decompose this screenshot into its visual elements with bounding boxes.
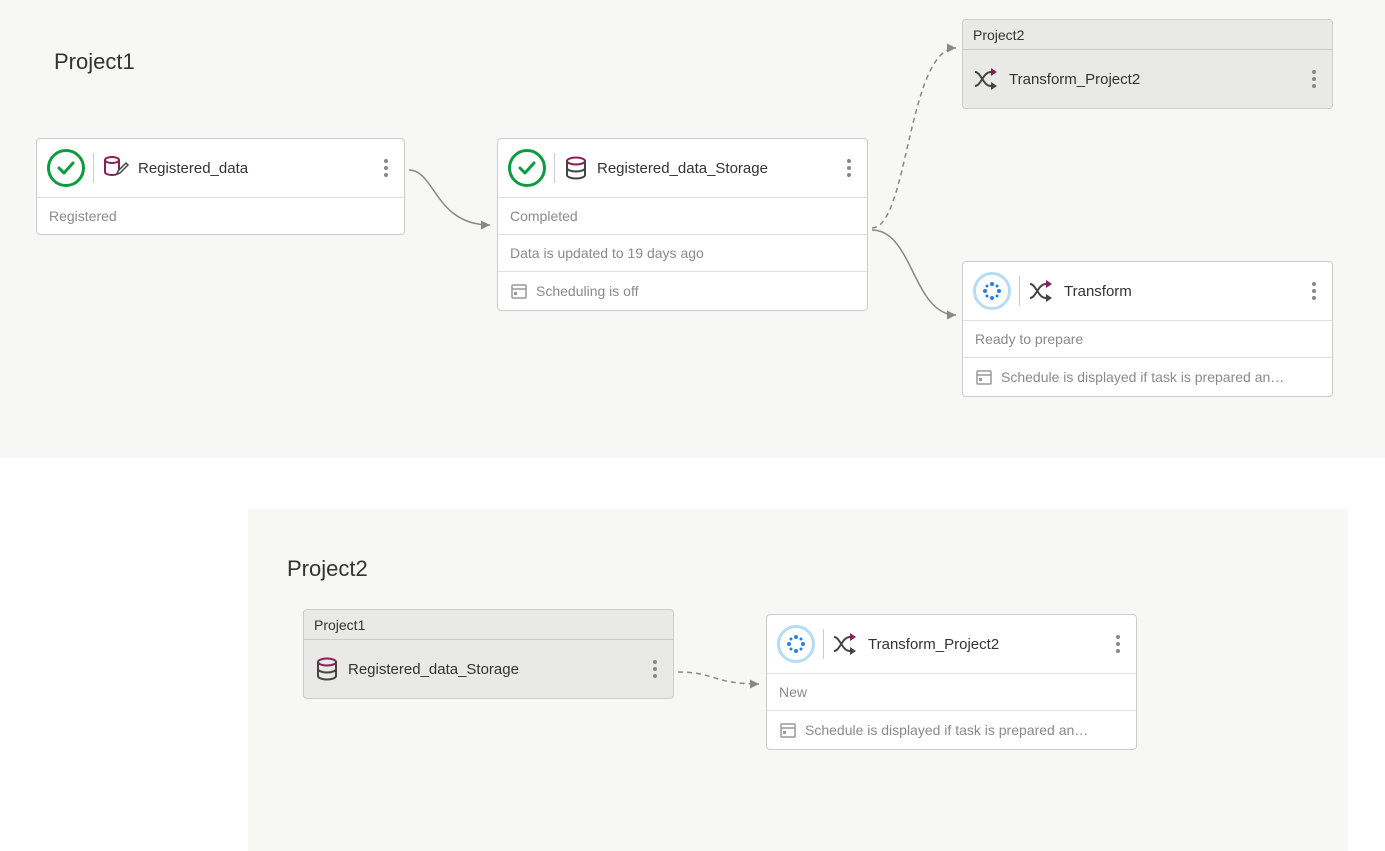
card-title: Transform bbox=[1064, 283, 1132, 300]
update-info-text: Data is updated to 19 days ago bbox=[510, 245, 704, 261]
shuffle-icon bbox=[1028, 280, 1056, 302]
status-ready-icon bbox=[777, 625, 815, 663]
calendar-icon bbox=[779, 721, 797, 739]
schedule-text: Scheduling is off bbox=[536, 283, 638, 299]
db-edit-icon bbox=[102, 154, 130, 182]
connector-storage-to-transform bbox=[868, 220, 965, 330]
status-text: Completed bbox=[510, 208, 578, 224]
calendar-icon bbox=[510, 282, 528, 300]
node-registered-data[interactable]: Registered_data Registered bbox=[36, 138, 405, 235]
node-ref-project1[interactable]: Project1 Registered_data_Storage bbox=[303, 609, 674, 699]
connector-ref-to-transform bbox=[674, 664, 769, 694]
project1-title: Project1 bbox=[54, 49, 135, 75]
node-ref-project2[interactable]: Project2 Transform_Project2 bbox=[962, 19, 1333, 109]
status-success-icon bbox=[47, 149, 85, 187]
more-menu-button[interactable] bbox=[1306, 61, 1322, 97]
status-row: Ready to prepare bbox=[963, 320, 1332, 357]
node-transform-project2[interactable]: Transform_Project2 New Schedule is displ… bbox=[766, 614, 1137, 750]
project1-panel: Project1 Registered_data Registered bbox=[0, 0, 1385, 458]
status-ready-icon bbox=[973, 272, 1011, 310]
status-success-icon bbox=[508, 149, 546, 187]
project2-panel: Project2 Project1 Registered_data_Storag… bbox=[248, 509, 1348, 851]
card-title: Registered_data_Storage bbox=[597, 160, 768, 177]
card-title: Transform_Project2 bbox=[868, 636, 999, 653]
status-text: Registered bbox=[49, 208, 117, 224]
shuffle-icon bbox=[973, 68, 1001, 90]
project2-title: Project2 bbox=[287, 556, 368, 582]
more-menu-button[interactable] bbox=[647, 651, 663, 687]
more-menu-button[interactable] bbox=[1306, 273, 1322, 309]
card-title: Registered_data_Storage bbox=[348, 661, 519, 678]
calendar-icon bbox=[975, 368, 993, 386]
schedule-row: Scheduling is off bbox=[498, 271, 867, 310]
card-title: Transform_Project2 bbox=[1009, 71, 1140, 88]
status-row: Completed bbox=[498, 197, 867, 234]
schedule-row: Schedule is displayed if task is prepare… bbox=[767, 710, 1136, 749]
ref-project-label: Project2 bbox=[963, 20, 1332, 50]
more-menu-button[interactable] bbox=[1110, 626, 1126, 662]
shuffle-icon bbox=[832, 633, 860, 655]
connector-storage-to-ref-project2 bbox=[868, 38, 965, 238]
schedule-text: Schedule is displayed if task is prepare… bbox=[1001, 369, 1284, 385]
status-text: New bbox=[779, 684, 807, 700]
status-row: New bbox=[767, 673, 1136, 710]
node-storage[interactable]: Registered_data_Storage Completed Data i… bbox=[497, 138, 868, 311]
database-icon bbox=[314, 656, 340, 682]
connector-registered-to-storage bbox=[405, 160, 500, 240]
more-menu-button[interactable] bbox=[378, 150, 394, 186]
status-row: Registered bbox=[37, 197, 404, 234]
ref-project-label: Project1 bbox=[304, 610, 673, 640]
node-transform[interactable]: Transform Ready to prepare Schedule is d… bbox=[962, 261, 1333, 397]
card-title: Registered_data bbox=[138, 160, 248, 177]
schedule-row: Schedule is displayed if task is prepare… bbox=[963, 357, 1332, 396]
database-icon bbox=[563, 155, 589, 181]
more-menu-button[interactable] bbox=[841, 150, 857, 186]
update-info-row: Data is updated to 19 days ago bbox=[498, 234, 867, 271]
schedule-text: Schedule is displayed if task is prepare… bbox=[805, 722, 1088, 738]
status-text: Ready to prepare bbox=[975, 331, 1083, 347]
